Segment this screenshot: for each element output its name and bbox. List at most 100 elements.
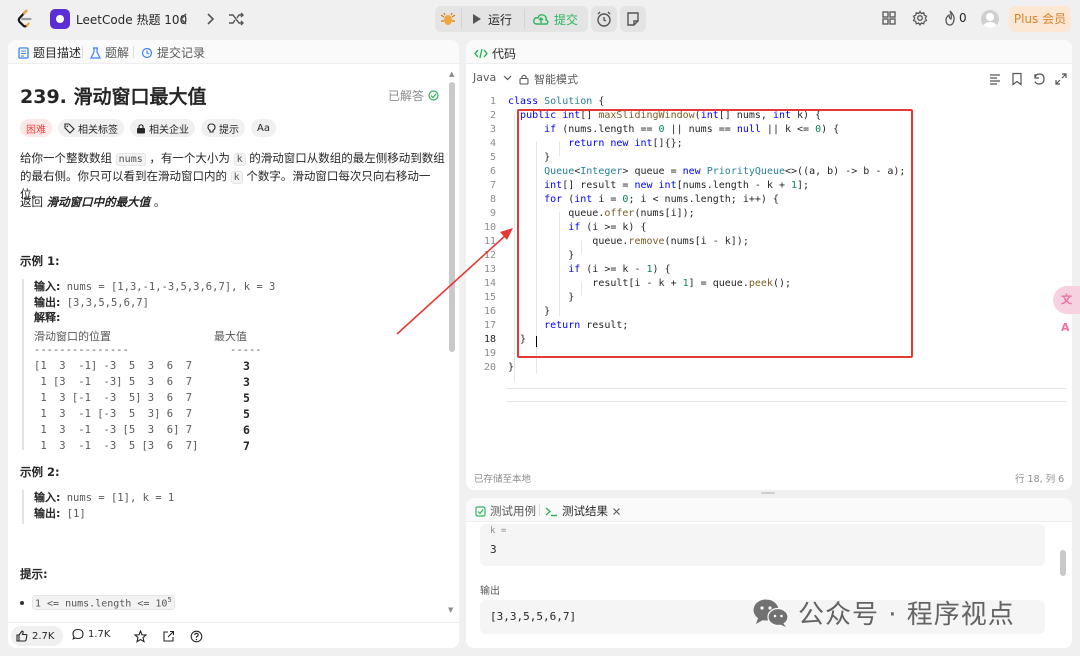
user-avatar[interactable]	[981, 10, 999, 28]
related-tags-button[interactable]: 相关标签	[58, 119, 124, 137]
line-number: 7	[489, 180, 496, 191]
close-icon[interactable]	[612, 507, 621, 516]
example-1-output-label: 输出:	[34, 295, 61, 309]
submit-label: 提交	[554, 12, 579, 27]
left-scrollbar[interactable]	[449, 82, 455, 352]
timer-button[interactable]	[591, 6, 617, 32]
window-max: 3	[243, 375, 250, 389]
output-label: 输出	[480, 586, 500, 597]
study-plan-title[interactable]: LeetCode 热题 100	[76, 11, 187, 28]
related-companies-label: 相关企业	[149, 124, 189, 136]
format-lines-icon[interactable]	[988, 72, 1002, 86]
window-row: 1 3 [-1 -3 5] 3 6 7	[34, 392, 193, 404]
tab-description[interactable]: 题目描述	[18, 44, 81, 61]
tab-testcase[interactable]: 测试用例	[475, 503, 536, 519]
watermark-text: 公众号 · 程序视点	[798, 600, 1015, 630]
bookmark-icon[interactable]	[1010, 72, 1024, 86]
line-number: 3	[489, 124, 496, 135]
result-tabs: 测试用例 测试结果	[466, 498, 1072, 522]
help-icon[interactable]	[190, 630, 203, 643]
shuffle-icon[interactable]	[226, 9, 246, 29]
fire-icon[interactable]	[943, 10, 957, 26]
panel-resize-handle[interactable]	[761, 492, 775, 494]
comment-icon	[72, 628, 84, 640]
line-number: 6	[489, 166, 496, 177]
bug-icon	[440, 12, 456, 25]
example-2-block: 输入: nums = [1], k = 1 输出: [1]	[22, 490, 174, 524]
editor-toolbar: Java 智能模式	[466, 64, 1072, 92]
related-tags-label: 相关标签	[78, 124, 118, 136]
smart-mode-toggle[interactable]: 智能模式	[518, 71, 578, 87]
share-icon[interactable]	[162, 630, 175, 643]
tab-testcase-label: 测试用例	[490, 504, 536, 518]
smart-mode-label: 智能模式	[534, 73, 578, 86]
terminal-icon	[545, 506, 557, 516]
leetcode-logo-icon[interactable]	[14, 8, 36, 30]
checkbox-icon	[475, 505, 486, 517]
line-number: 11	[483, 236, 496, 247]
run-button[interactable]: 运行	[462, 6, 524, 32]
solved-status: 已解答	[388, 87, 439, 104]
desc-code-k2: k	[230, 171, 243, 184]
tab-test-result[interactable]: 测试结果	[545, 503, 621, 519]
expand-icon[interactable]	[1054, 72, 1068, 86]
alarm-clock-icon	[597, 11, 611, 27]
top-bar: LeetCode 热题 100 运行 提交 0 Plus 会员	[0, 0, 1080, 38]
lock-icon	[519, 74, 529, 85]
language-select[interactable]: Java	[473, 71, 512, 84]
example-1-input-label: 输入:	[34, 280, 61, 293]
cloud-upload-icon	[533, 14, 549, 25]
desc-code-nums: nums	[115, 153, 146, 166]
return-prefix: 返回	[20, 195, 43, 209]
settings-gear-icon[interactable]	[912, 10, 928, 26]
example-2-input-value: nums = [1], k = 1	[60, 492, 175, 504]
line-number: 4	[489, 138, 496, 149]
layout-grid-icon[interactable]	[881, 10, 897, 26]
window-max: 6	[243, 423, 250, 437]
problem-tabs: 题目描述 题解 提交记录	[8, 40, 459, 64]
star-icon[interactable]	[134, 630, 147, 643]
problem-title[interactable]: 239. 滑动窗口最大值	[20, 82, 207, 109]
scroll-down-arrow-icon[interactable]: ▼	[448, 606, 453, 614]
debug-button[interactable]	[435, 6, 461, 32]
line-number: 8	[489, 194, 496, 205]
line-number: 13	[483, 264, 496, 275]
line-number: 12	[483, 250, 496, 261]
submit-button[interactable]: 提交	[525, 6, 588, 32]
tab-solutions[interactable]: 题解	[90, 44, 129, 61]
run-submit-group: 运行 提交	[435, 6, 588, 32]
annotation-highlight-box	[517, 109, 913, 358]
scroll-up-arrow-icon[interactable]: ▲	[449, 70, 454, 78]
problem-panel: 题目描述 题解 提交记录 239. 滑动窗口最大值 已解答 困难 相关标签 相关…	[8, 40, 459, 648]
run-label: 运行	[488, 12, 513, 27]
window-max: 7	[243, 439, 250, 453]
reset-icon[interactable]	[1032, 72, 1046, 86]
fire-count: 0	[959, 11, 967, 25]
related-companies-button[interactable]: 相关企业	[130, 119, 195, 137]
input-k-label: k =	[490, 526, 507, 536]
comments-button[interactable]: 1.7K	[72, 628, 110, 640]
prev-problem-icon[interactable]	[174, 9, 194, 29]
next-problem-icon[interactable]	[200, 9, 220, 29]
difficulty-badge: 困难	[20, 119, 52, 137]
language-label: Java	[473, 71, 497, 84]
plus-membership-button[interactable]: Plus 会员	[1009, 6, 1071, 32]
chevron-down-icon	[503, 75, 512, 81]
constraint-item: 1 <= nums.length <= 105	[20, 595, 175, 611]
window-col-position: 滑动窗口的位置	[34, 330, 111, 343]
window-dash-right: -----	[230, 344, 262, 356]
tab-submissions[interactable]: 提交记录	[141, 44, 205, 61]
notes-button[interactable]	[620, 6, 646, 32]
translate-float-button[interactable]: 文A	[1053, 286, 1080, 334]
window-col-max: 最大值	[214, 330, 247, 343]
solved-status-label: 已解答	[388, 89, 425, 103]
line-number: 16	[483, 306, 496, 317]
result-scrollbar[interactable]	[1060, 550, 1066, 576]
study-plan-icon[interactable]	[50, 9, 70, 29]
hints-button[interactable]: 提示	[201, 119, 245, 137]
tab-code[interactable]: 代码	[474, 45, 516, 62]
font-size-button[interactable]: Aa	[251, 119, 276, 137]
window-row: 1 [3 -1 -3] 5 3 6 7	[34, 376, 193, 388]
code-line-1: class Solution {	[508, 96, 605, 107]
like-button[interactable]: 2.7K	[11, 626, 63, 646]
